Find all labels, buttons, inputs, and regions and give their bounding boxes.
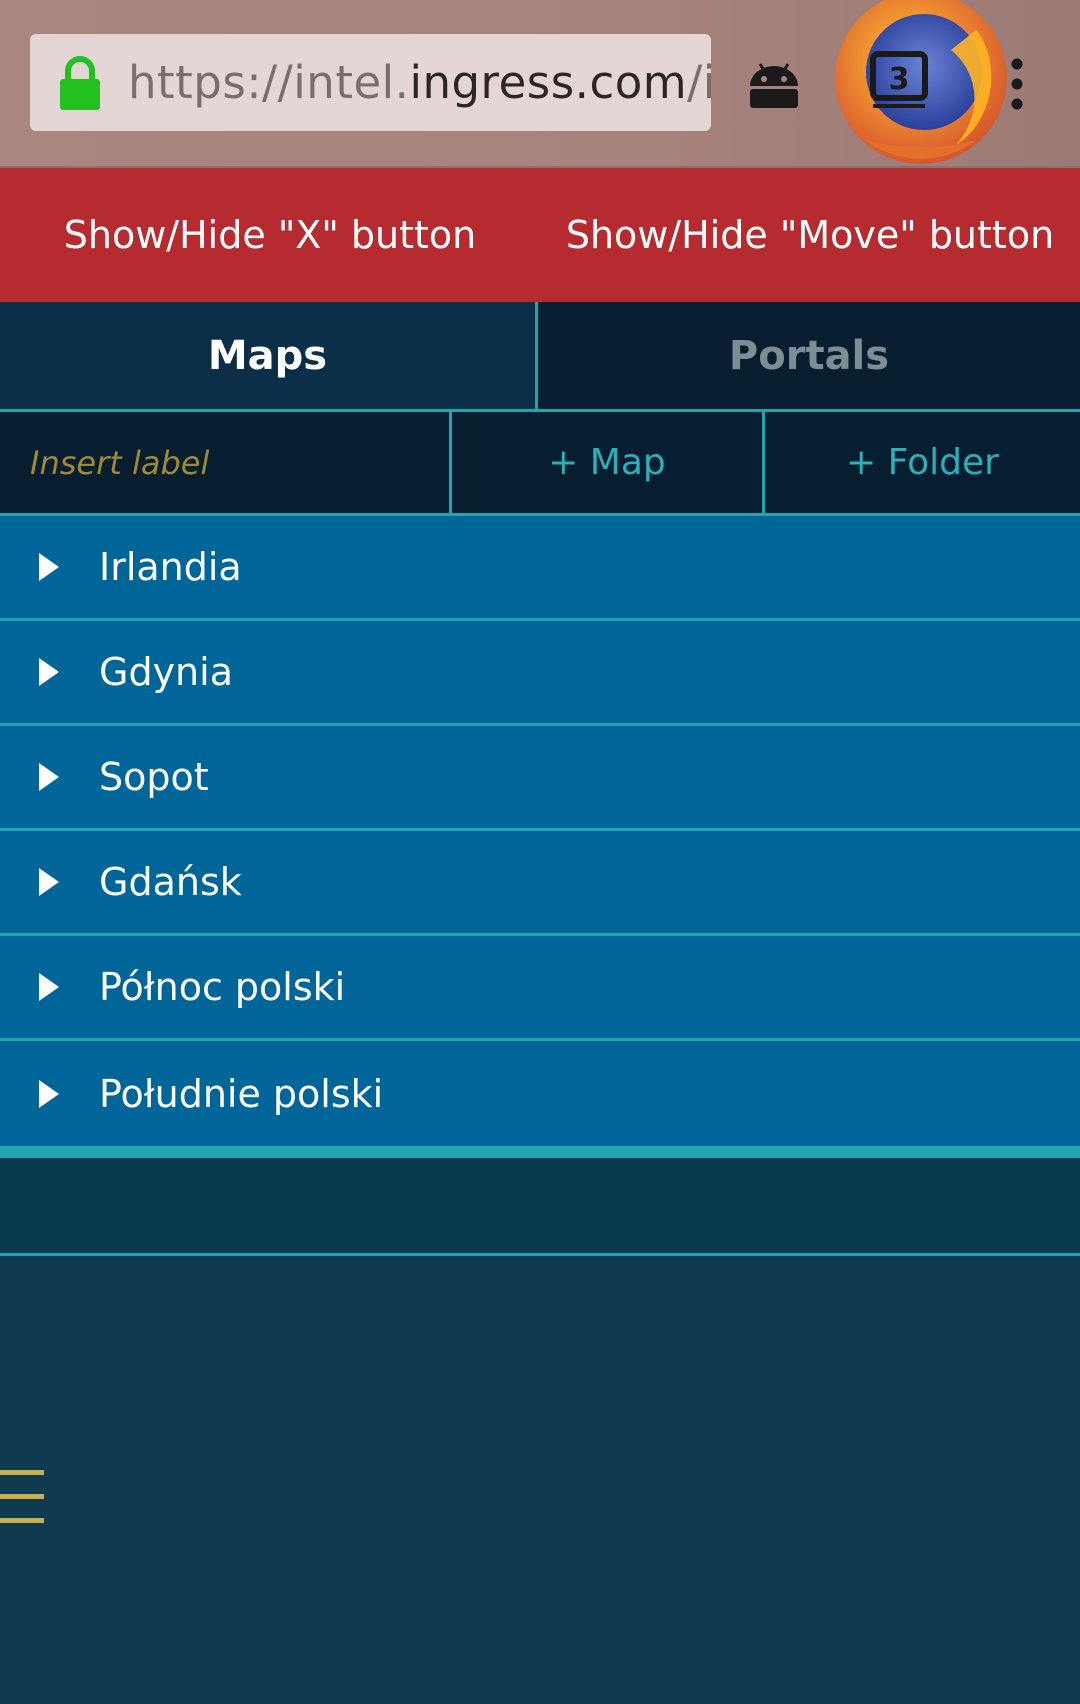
folder-name: Irlandia: [99, 545, 242, 589]
hamburger-icon[interactable]: [0, 1468, 46, 1526]
toggle-bar: Show/Hide "X" button Show/Hide "Move" bu…: [0, 168, 1080, 302]
add-folder-button[interactable]: + Folder: [765, 412, 1080, 513]
url-text: https://intel.ingress.com/in: [128, 56, 711, 109]
caret-right-icon[interactable]: [38, 657, 60, 687]
folder-name: Sopot: [99, 755, 209, 799]
add-controls: + Map + Folder: [0, 412, 1080, 516]
tabs-icon: 3: [870, 51, 928, 108]
folder-list: Irlandia Gdynia Sopot Gdańsk Północ pols…: [0, 516, 1080, 1146]
tab-maps[interactable]: Maps: [0, 302, 538, 409]
folder-name: Gdańsk: [99, 860, 242, 904]
tab-portals[interactable]: Portals: [538, 302, 1080, 409]
toggle-move-button[interactable]: Show/Hide "Move" button: [540, 168, 1080, 302]
browser-toolbar: https://intel.ingress.com/in: [0, 0, 1080, 168]
caret-right-icon[interactable]: [38, 867, 60, 897]
folder-item[interactable]: Gdynia: [0, 621, 1080, 726]
folder-item[interactable]: Północ polski: [0, 936, 1080, 1041]
folder-item[interactable]: Irlandia: [0, 516, 1080, 621]
toggle-x-button[interactable]: Show/Hide "X" button: [0, 168, 540, 302]
tab-bar: Maps Portals: [0, 302, 1080, 412]
folder-item[interactable]: Sopot: [0, 726, 1080, 831]
folder-name: Północ polski: [99, 965, 346, 1009]
folder-item[interactable]: Gdańsk: [0, 831, 1080, 936]
label-input[interactable]: [0, 412, 452, 513]
folder-name: Południe polski: [99, 1071, 384, 1116]
folder-item[interactable]: Południe polski: [0, 1041, 1080, 1146]
url-prefix: https://intel.: [128, 56, 410, 109]
caret-right-icon[interactable]: [38, 762, 60, 792]
caret-right-icon[interactable]: [38, 972, 60, 1002]
empty-panel: [0, 1158, 1080, 1256]
map-area: [0, 1259, 1080, 1704]
tabs-button[interactable]: 3: [866, 48, 932, 114]
tab-count: 3: [889, 62, 910, 97]
caret-right-icon[interactable]: [38, 1079, 60, 1109]
url-bar[interactable]: https://intel.ingress.com/in: [30, 34, 711, 131]
url-domain: ingress.com: [409, 56, 688, 109]
lock-icon: [60, 55, 100, 110]
caret-right-icon[interactable]: [38, 552, 60, 582]
folder-name: Gdynia: [99, 650, 233, 694]
url-suffix: /in: [687, 56, 711, 109]
list-divider: [0, 1146, 1080, 1158]
add-map-button[interactable]: + Map: [452, 412, 765, 513]
menu-icon[interactable]: [1006, 58, 1028, 110]
android-icon[interactable]: [746, 58, 802, 110]
